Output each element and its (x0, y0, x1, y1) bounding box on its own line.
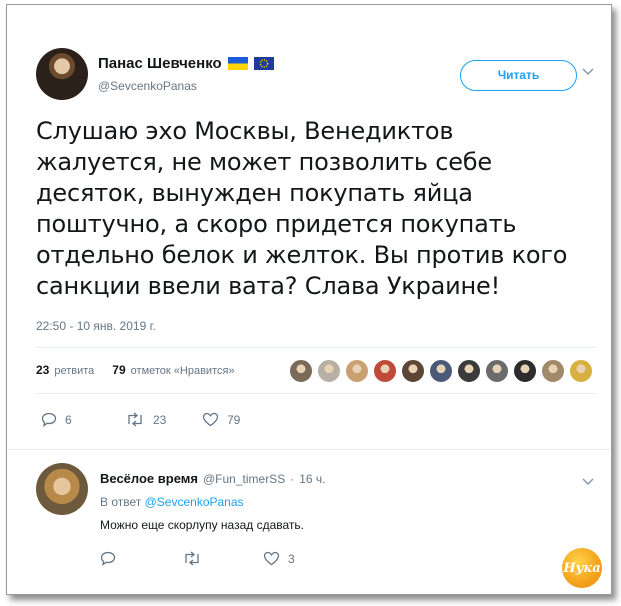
liker-avatar[interactable] (513, 359, 537, 383)
reply-chevron-down-icon[interactable] (582, 475, 594, 489)
reply-like-count: 3 (288, 551, 295, 566)
author-avatar[interactable] (36, 48, 88, 100)
reply-author-handle[interactable]: @Fun_timerSS (203, 472, 285, 486)
author-name-row: Панас Шевченко (98, 55, 274, 72)
liker-avatar[interactable] (457, 359, 481, 383)
liker-avatar[interactable] (541, 359, 565, 383)
heart-icon (202, 412, 219, 427)
stats-row: 23 ретвита 79 отметок «Нравится» (36, 363, 235, 377)
tweet-timestamp[interactable]: 22:50 - 10 янв. 2019 г. (36, 319, 156, 333)
reply-author-name[interactable]: Весёлое время (100, 471, 198, 486)
liker-avatar[interactable] (373, 359, 397, 383)
tweet-text: Слушаю эхо Москвы, Венедиктов жалуется, … (36, 117, 568, 300)
like-count: 79 (227, 412, 241, 427)
reply-to-line: В ответ @SevcenkoPanas (100, 495, 244, 509)
section-divider (7, 449, 611, 450)
follow-button[interactable]: Читать (460, 60, 577, 91)
tweet-card: Панас Шевченко @SevcenkoPanas Читать Слу… (6, 4, 612, 595)
reply-icon (41, 412, 57, 427)
reply-time[interactable]: 16 ч. (299, 472, 325, 486)
retweet-icon (185, 551, 199, 566)
reply-header: Весёлое время @Fun_timerSS · 16 ч. (100, 471, 325, 486)
chevron-down-icon[interactable] (582, 65, 594, 79)
likes-count[interactable]: 79 (112, 363, 125, 377)
retweets-label[interactable]: ретвита (54, 365, 94, 377)
eu-flag-icon (253, 57, 274, 70)
reply-avatar[interactable] (36, 463, 88, 515)
reply-retweet-action[interactable] (182, 551, 210, 566)
liker-avatar[interactable] (289, 359, 313, 383)
likes-label[interactable]: отметок «Нравится» (131, 365, 235, 377)
like-action[interactable]: 79 (202, 412, 240, 427)
retweet-count: 23 (153, 412, 167, 427)
retweet-icon (128, 412, 142, 427)
liker-avatar[interactable] (429, 359, 453, 383)
reply-text: Можно еще скорлупу назад сдавать. (100, 518, 304, 532)
likers-avatars (289, 359, 593, 383)
liker-avatar[interactable] (485, 359, 509, 383)
reply-dot: · (290, 472, 295, 486)
heart-icon (263, 551, 280, 566)
reply-count: 6 (65, 412, 72, 427)
ukraine-flag-icon (227, 57, 248, 70)
liker-avatar[interactable] (569, 359, 593, 383)
liker-avatar[interactable] (345, 359, 369, 383)
liker-avatar[interactable] (317, 359, 341, 383)
reply-like-action[interactable]: 3 (263, 551, 295, 566)
reply-reply-action[interactable] (100, 551, 124, 566)
author-handle[interactable]: @SevcenkoPanas (98, 79, 197, 93)
nuka-watermark-logo: Нука (562, 548, 602, 588)
divider-top (36, 347, 596, 348)
author-name[interactable]: Панас Шевченко (98, 55, 222, 72)
reply-to-handle[interactable]: @SevcenkoPanas (145, 495, 244, 509)
retweets-count[interactable]: 23 (36, 363, 49, 377)
reply-icon (100, 551, 116, 566)
reply-to-prefix: В ответ (100, 495, 142, 509)
reply-action[interactable]: 6 (41, 412, 72, 427)
divider-bottom (36, 393, 596, 394)
retweet-action[interactable]: 23 (125, 412, 166, 427)
liker-avatar[interactable] (401, 359, 425, 383)
